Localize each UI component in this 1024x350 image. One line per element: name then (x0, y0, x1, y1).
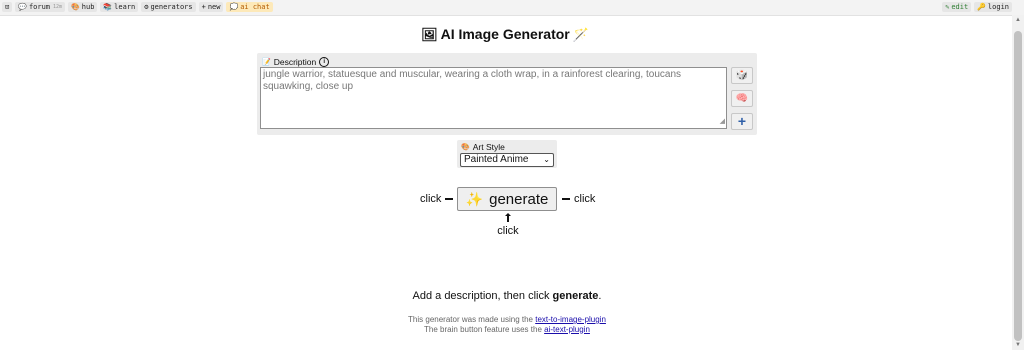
nav-edit-link[interactable]: ✎ edit (942, 2, 972, 12)
add-field-button[interactable]: + (731, 113, 753, 130)
nav-right-group: ✎ edit 🔑 login (942, 2, 1012, 12)
description-label: 📝 Description i (262, 57, 330, 67)
nav-forum-link[interactable]: 💬 forum 12m (15, 2, 66, 12)
footer-line-2-text: The brain button feature uses the (424, 324, 545, 334)
pencil-icon: ✎ (945, 3, 950, 11)
description-label-text: Description (273, 57, 317, 67)
nav-toggle-button[interactable]: ⊡ (2, 2, 13, 12)
plus-icon: + (737, 113, 747, 129)
art-style-label: 🎨 Art Style (461, 142, 505, 152)
nav-ai-chat-label: ai chat (240, 3, 270, 11)
nav-login-link[interactable]: 🔑 login (974, 2, 1012, 12)
description-value: jungle warrior, statuesque and muscular,… (263, 69, 682, 92)
magic-wand-icon: 🪄 (572, 27, 589, 42)
dash-right (562, 198, 570, 200)
gear-icon: ⚙ (144, 3, 149, 11)
note-icon: 📝 (262, 59, 271, 66)
nav-generators-link[interactable]: ⚙ generators (141, 2, 196, 12)
nav-hub-label: hub (81, 3, 95, 11)
art-style-select[interactable]: Painted Anime ⌄ (460, 153, 554, 167)
nav-learn-label: learn (114, 3, 136, 11)
chevron-down-icon: ⌄ (543, 155, 550, 164)
generate-button-label: generate (489, 190, 549, 208)
ai-text-plugin-link[interactable]: ai-text-plugin (544, 325, 590, 334)
nav-login-label: login (987, 3, 1009, 11)
art-style-label-text: Art Style (472, 142, 505, 152)
nav-new-link[interactable]: + new (198, 2, 224, 12)
resize-grip-icon[interactable]: ◢ (720, 116, 725, 128)
paint-canvas-icon: 🖼 (421, 27, 438, 42)
random-dice-button[interactable]: 🎲 (731, 67, 753, 84)
nav-edit-label: edit (951, 3, 969, 11)
footer-line-1-text: This generator was made using the (408, 315, 536, 324)
scrollbar-thumb[interactable] (1014, 31, 1022, 341)
footer-line-2: The brain button feature uses the ai-tex… (0, 325, 1014, 335)
nav-new-label: new (207, 3, 221, 11)
info-icon[interactable]: i (319, 57, 330, 67)
art-style-panel: 🎨 Art Style Painted Anime ⌄ (457, 140, 557, 168)
page-title: 🖼 AI Image Generator 🪄 (0, 26, 1010, 43)
brain-icon: 🧠 (735, 93, 749, 104)
footer-line-1: This generator was made using the text-t… (0, 315, 1014, 325)
art-style-selected-value: Painted Anime (464, 154, 529, 165)
books-icon: 📚 (103, 3, 113, 11)
page-title-text: AI Image Generator (440, 26, 570, 42)
thought-bubble-icon: 💭 (229, 3, 239, 11)
menu-icon: ⊡ (5, 3, 10, 11)
scroll-down-arrow-icon[interactable]: ▼ (1012, 340, 1024, 350)
click-hint-right: click (562, 193, 595, 205)
forum-count-badge: 12m (53, 4, 63, 10)
nav-learn-link[interactable]: 📚 learn (100, 2, 139, 12)
click-hint-right-text: click (574, 193, 596, 205)
click-hint-left: click (420, 193, 454, 205)
dash-left (445, 198, 454, 200)
chat-icon: 💬 (18, 3, 27, 11)
instruction-hint: Add a description, then click generate. (0, 290, 1014, 302)
nav-generators-label: generators (150, 3, 193, 11)
scroll-up-arrow-icon[interactable]: ▲ (1012, 15, 1024, 25)
hint-suffix: . (598, 290, 602, 302)
plus-icon: + (201, 3, 206, 11)
nav-forum-label: forum (28, 3, 51, 11)
key-icon: 🔑 (977, 3, 986, 11)
description-textarea[interactable]: jungle warrior, statuesque and muscular,… (260, 67, 727, 129)
nav-hub-link[interactable]: 🎨 hub (68, 2, 98, 12)
generate-button[interactable]: ✨ generate (457, 187, 557, 211)
click-hint-below: click (497, 213, 519, 237)
palette-icon: 🎨 (461, 144, 470, 151)
palette-icon: 🎨 (71, 3, 80, 11)
text-to-image-plugin-link[interactable]: text-to-image-plugin (535, 315, 606, 324)
click-hint-below-text: click (497, 225, 519, 237)
arrow-up-icon (505, 213, 511, 222)
footer-credits: This generator was made using the text-t… (0, 315, 1014, 334)
brain-button[interactable]: 🧠 (731, 90, 753, 107)
top-nav-bar: ⊡ 💬 forum 12m 🎨 hub 📚 learn ⚙ generators… (0, 0, 1024, 16)
dice-icon: 🎲 (735, 70, 749, 81)
description-panel: 📝 Description i jungle warrior, statuesq… (257, 53, 757, 135)
hint-prefix: Add a description, then click (412, 290, 553, 302)
hint-bold: generate (552, 290, 599, 302)
nav-left-group: ⊡ 💬 forum 12m 🎨 hub 📚 learn ⚙ generators… (2, 2, 273, 12)
click-hint-left-text: click (420, 193, 442, 205)
nav-ai-chat-link[interactable]: 💭 ai chat (226, 2, 273, 12)
sparkles-icon: ✨ (465, 190, 484, 207)
